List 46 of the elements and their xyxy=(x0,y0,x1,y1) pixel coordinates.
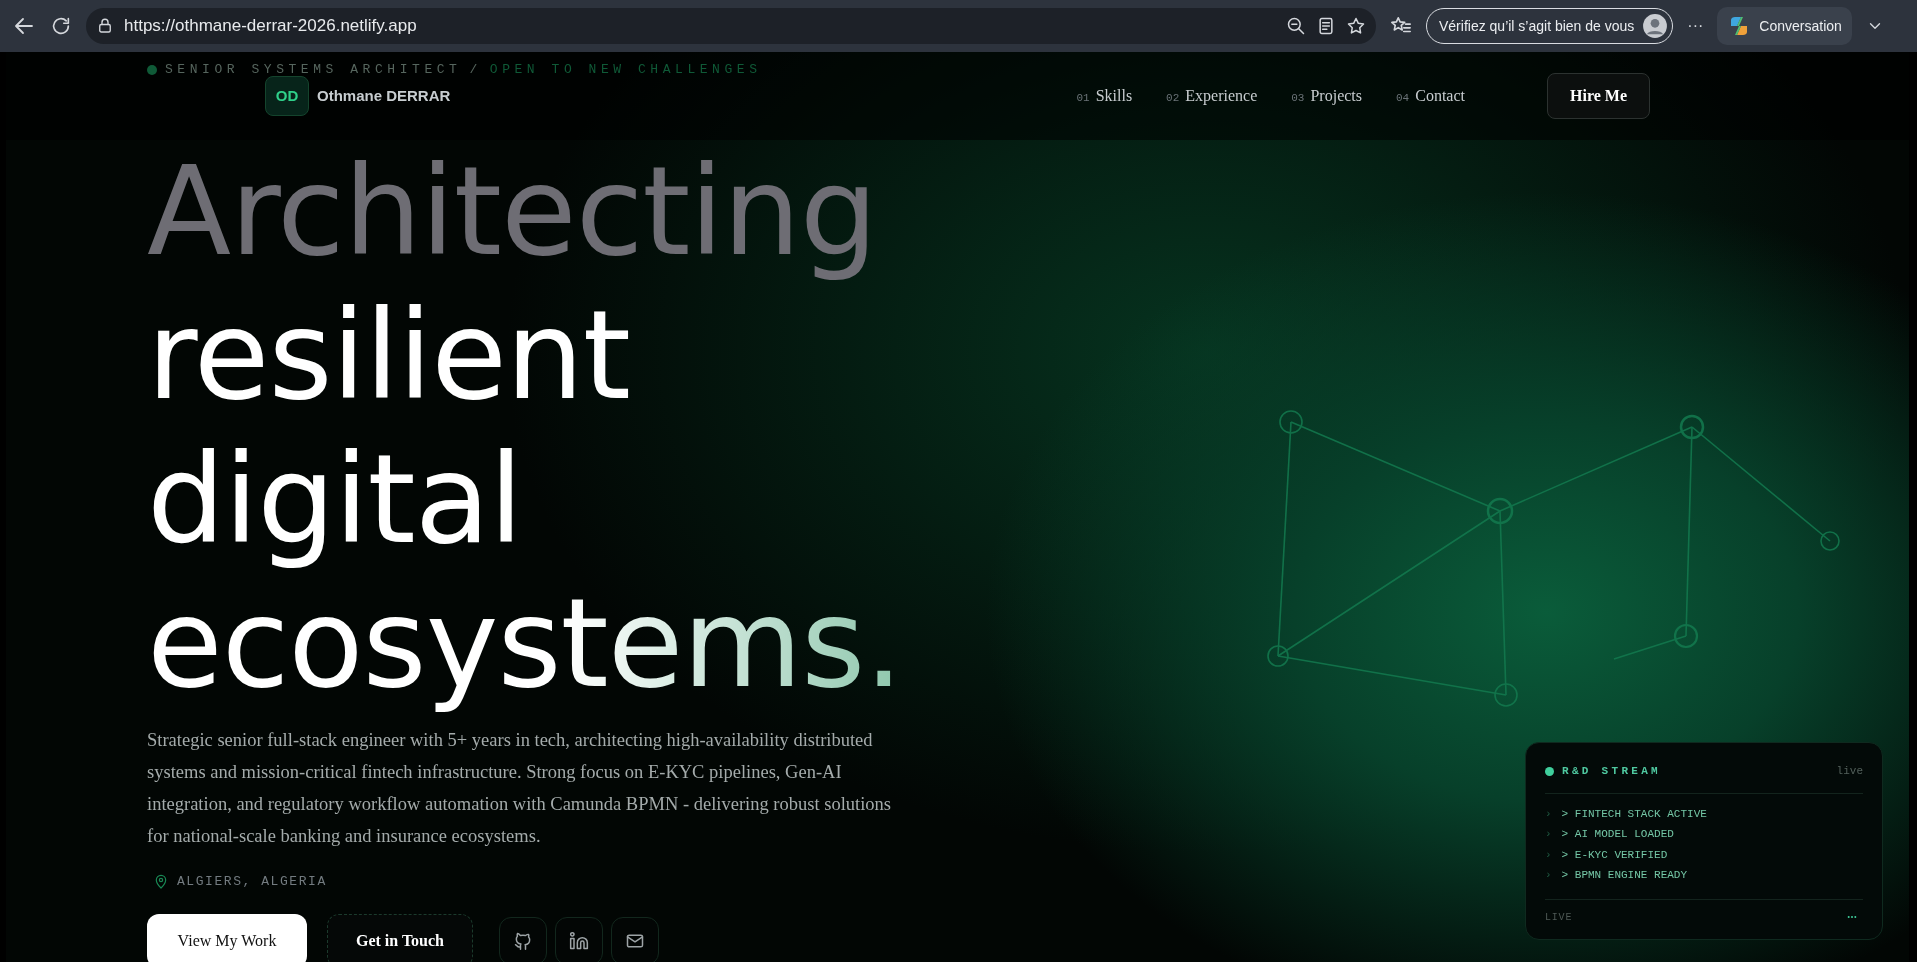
tagline-text: SENIOR SYSTEMS ARCHITECT xyxy=(165,61,462,79)
reader-icon[interactable] xyxy=(1316,16,1336,36)
live-dot xyxy=(1545,766,1554,776)
github-icon xyxy=(513,930,533,951)
view-work-button[interactable]: View My Work xyxy=(147,913,307,962)
reload-icon[interactable] xyxy=(50,15,72,37)
location-text: ALGIERS, ALGERIA xyxy=(177,873,327,891)
hire-me-button[interactable]: Hire Me xyxy=(1547,73,1650,119)
lock-icon xyxy=(96,17,114,35)
stream-title: R&D STREAM xyxy=(1562,764,1661,779)
zoom-out-icon[interactable] xyxy=(1286,16,1306,36)
contact-button[interactable]: Get in Touch xyxy=(327,913,473,962)
email-link[interactable] xyxy=(611,916,659,962)
profile-button[interactable]: Vérifiez qu’il s’agit bien de vous xyxy=(1426,8,1674,44)
location-pin-icon xyxy=(153,873,169,890)
brand-name[interactable]: Othmane DERRAR xyxy=(317,84,451,108)
footer-label: LIVE xyxy=(1545,910,1573,925)
stream-entry: > FINTECH STACK ACTIVE xyxy=(1561,806,1707,822)
intro-paragraph: Strategic senior full-stack engineer with 5+ years in tech, architecting high-availability distributed systems and mission-critical fintech infrastructure. Strong focus on E-KYC pipelines, Gen-AI integration, and regulatory workflow automation with Camunda BPMN - delivering robust solutions for national-scale banking and insurance ecosystems. xyxy=(147,729,892,848)
status-text: OPEN TO NEW CHALLENGES xyxy=(489,61,762,79)
github-link[interactable] xyxy=(499,916,547,962)
more-menu[interactable]: ··· xyxy=(1687,14,1704,38)
logo-monogram[interactable]: OD xyxy=(265,76,309,116)
stream-entry: > AI MODEL LOADED xyxy=(1561,827,1674,842)
copilot-button[interactable]: Conversation xyxy=(1717,7,1852,45)
chevron-text: › xyxy=(1545,868,1552,883)
avatar-icon xyxy=(1642,13,1669,39)
nav-link[interactable]: 02 Experience xyxy=(1166,84,1258,108)
linkedin-icon xyxy=(569,930,589,951)
nav-link[interactable]: 03 Projects xyxy=(1291,84,1362,108)
separator-text: / xyxy=(469,61,482,79)
nav-link[interactable]: 04 Contact xyxy=(1396,84,1465,108)
url-text[interactable]: https://othmane-derrar-2026.netlify.app xyxy=(124,13,417,39)
live-label: live xyxy=(1836,764,1863,779)
star-icon[interactable] xyxy=(1346,16,1366,36)
headline-text: digital xyxy=(147,428,523,572)
stream-entry: > E-KYC VERIFIED xyxy=(1561,847,1668,863)
chevron-text: › xyxy=(1545,827,1552,842)
stream-entry: > BPMN ENGINE READY xyxy=(1561,868,1688,883)
linkedin-link[interactable] xyxy=(555,916,603,962)
status-dot xyxy=(147,64,157,75)
headline-text: Architecting xyxy=(147,140,877,284)
chevron-text: › xyxy=(1545,847,1552,863)
headline-text: resilient xyxy=(147,284,630,428)
chevron-text: › xyxy=(1545,806,1552,822)
nav-link[interactable]: 01 Skills xyxy=(1076,84,1133,108)
